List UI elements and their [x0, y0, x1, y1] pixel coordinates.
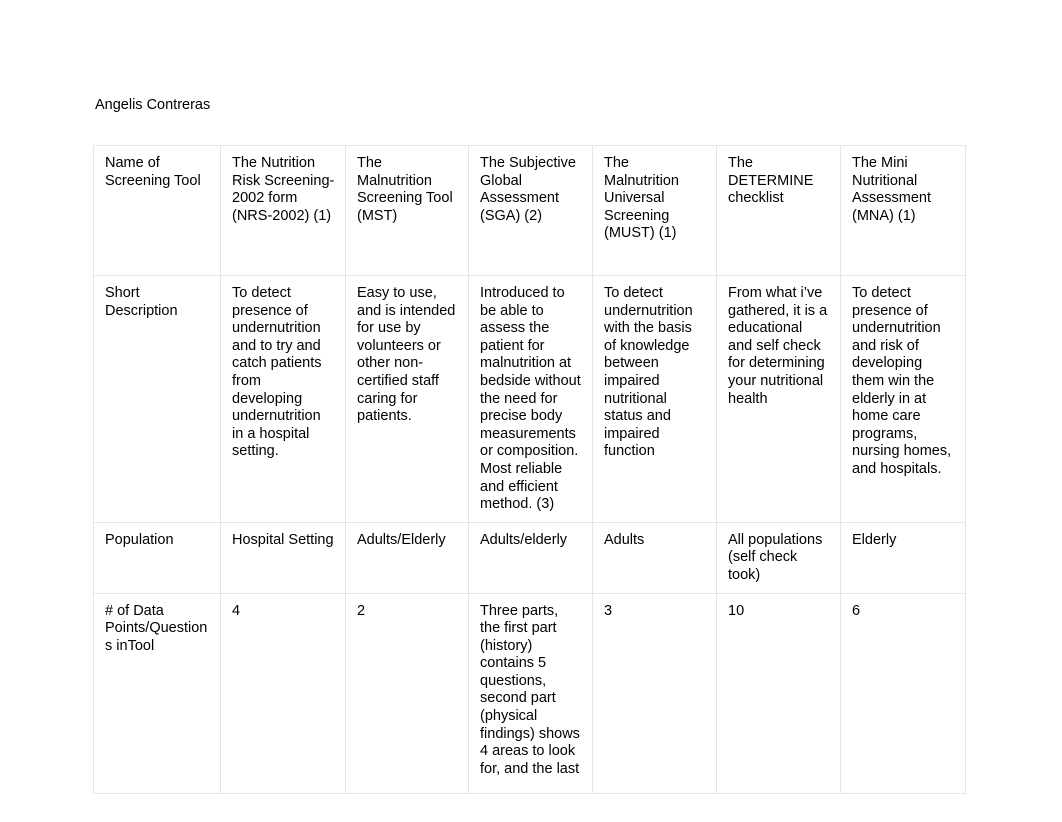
cell-datapoints-nrs2002: 4 — [220, 592, 346, 794]
row-label-short-description: Short Description — [93, 275, 221, 523]
screening-tool-comparison-table: Name of Screening Tool The Nutrition Ris… — [93, 145, 966, 794]
cell-description-mna: To detect presence of undernutrition and… — [840, 275, 966, 523]
cell-description-determine: From what i’ve gathered, it is a educati… — [716, 275, 841, 523]
cell-description-sga: Introduced to be able to assess the pati… — [468, 275, 593, 523]
table-row-tool-names: Name of Screening Tool The Nutrition Ris… — [93, 145, 966, 276]
cell-datapoints-must: 3 — [592, 592, 717, 794]
cell-population-nrs2002: Hospital Setting — [220, 521, 346, 594]
cell-datapoints-mst: 2 — [345, 592, 469, 794]
cell-tool-name-sga: The Subjective Global Assessment (SGA) (… — [468, 145, 593, 276]
row-label-name-of-screening-tool: Name of Screening Tool — [93, 145, 221, 276]
cell-datapoints-determine: 10 — [716, 592, 841, 794]
cell-tool-name-mst: The Malnutrition Screening Tool (MST) — [345, 145, 469, 276]
row-label-data-points: # of Data Points/Questions inTool — [93, 592, 221, 794]
author-name: Angelis Contreras — [95, 97, 211, 113]
cell-tool-name-determine: The DETERMINE checklist — [716, 145, 841, 276]
cell-description-must: To detect undernutrition with the basis … — [592, 275, 717, 523]
cell-population-mst: Adults/Elderly — [345, 521, 469, 594]
cell-datapoints-sga: Three parts, the first part (history) co… — [468, 592, 593, 794]
cell-population-must: Adults — [592, 521, 717, 594]
cell-description-nrs2002: To detect presence of undernutrition and… — [220, 275, 346, 523]
cell-population-sga: Adults/elderly — [468, 521, 593, 594]
row-label-population: Population — [93, 521, 221, 594]
cell-population-determine: All populations (self check took) — [716, 521, 841, 594]
cell-description-mst: Easy to use, and is intended for use by … — [345, 275, 469, 523]
cell-tool-name-nrs2002: The Nutrition Risk Screening-2002 form (… — [220, 145, 346, 276]
table-row-population: Population Hospital Setting Adults/Elder… — [93, 521, 966, 594]
cell-tool-name-mna: The Mini Nutritional Assessment (MNA) (1… — [840, 145, 966, 276]
comparison-table-container: Name of Screening Tool The Nutrition Ris… — [93, 145, 966, 794]
cell-tool-name-must: The Malnutrition Universal Screening (MU… — [592, 145, 717, 276]
document-page: Angelis Contreras Name of Screening Tool… — [0, 0, 1062, 822]
table-row-short-description: Short Description To detect presence of … — [93, 275, 966, 523]
table-row-data-points: # of Data Points/Questions inTool 4 2 Th… — [93, 592, 966, 794]
cell-datapoints-mna: 6 — [840, 592, 966, 794]
cell-population-mna: Elderly — [840, 521, 966, 594]
